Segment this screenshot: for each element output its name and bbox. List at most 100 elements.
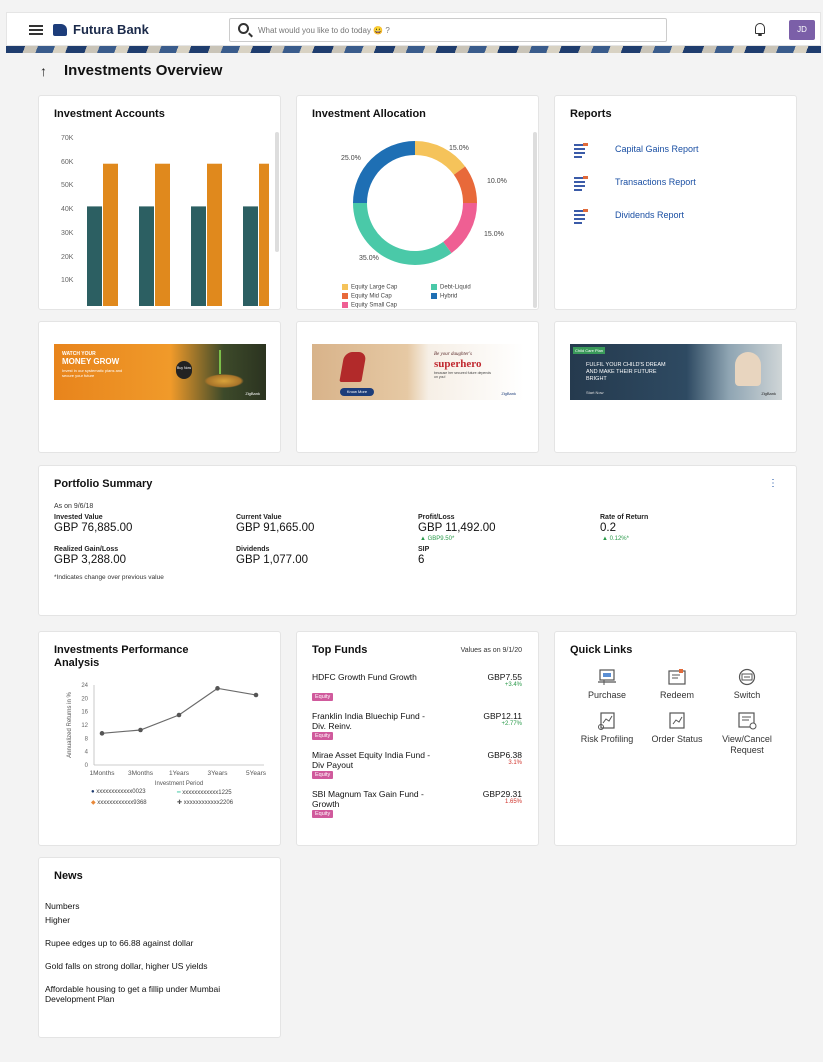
report-link-label[interactable]: Capital Gains Report [615,144,699,154]
legend-item[interactable]: Debt-Liquid [431,284,471,291]
news-item[interactable]: Gold falls on strong dollar, higher US y… [45,961,265,971]
y-tick-label: 4 [85,750,89,756]
quick-link-purchase[interactable]: Purchase [577,668,637,700]
fund-name[interactable]: SBI Magnum Tax Gain Fund - Growth [312,789,432,809]
quick-link-order-status[interactable]: Order Status [643,712,711,744]
legend-label: Equity Small Cap [351,302,398,309]
transactions-report-link[interactable]: Transactions Report [569,175,789,193]
user-avatar[interactable]: JD [789,20,815,40]
search-input[interactable] [258,21,658,39]
capital-gains-report-link[interactable]: Capital Gains Report [569,142,789,160]
slice-pct-label: 15.0% [449,145,469,152]
menu-icon[interactable] [29,25,43,35]
data-point[interactable] [138,727,143,733]
brand-name[interactable]: Futura Bank [73,22,149,37]
dividends-report-link[interactable]: Dividends Report [569,208,789,226]
report-document-icon [574,175,588,191]
donut-slice-2[interactable] [443,203,477,254]
child-care-plan-banner[interactable]: Child Care Plan FULFIL YOUR CHILD'S DREA… [570,344,782,400]
money-grow-banner[interactable]: WATCH YOUR MONEY GROW Invest in our syst… [54,344,266,400]
promo-card-1: WATCH YOUR MONEY GROW Invest in our syst… [38,321,281,453]
profit-loss-change: ▲ GBP9.50* [420,536,455,542]
legend-label: Debt-Liquid [440,284,471,291]
quick-link-redeem[interactable]: Redeem [647,668,707,700]
news-ticker: Numbers Higher Rupee edges up to 66.88 a… [39,858,280,1037]
superhero-banner[interactable]: Be your daughter's superhero because her… [312,344,524,400]
reports-card: Reports Capital Gains Report Transaction… [554,95,797,310]
promo-card-3: Child Care Plan FULFIL YOUR CHILD'S DREA… [554,321,797,453]
card-title: Investment Accounts [54,108,165,120]
report-link-label[interactable]: Dividends Report [615,210,684,220]
coins-graphic [204,374,244,388]
investment-accounts-chart [87,163,269,306]
legend-item[interactable]: ● xxxxxxxxxxxx0023 [91,789,146,795]
y-tick-label: 0 [85,763,89,769]
buy-now-button[interactable]: Buy Now [176,361,192,379]
data-point[interactable] [253,692,259,698]
bar-b-2 [207,163,222,306]
report-document-icon [574,142,588,158]
legend-item[interactable]: Hybrid [431,293,457,300]
equity-badge: Equity [312,732,334,740]
legend-label: Equity Large Cap [351,284,398,291]
start-now-link[interactable]: Start Now [586,390,604,395]
equity-badge: Equity [312,810,334,818]
fund-name[interactable]: HDFC Growth Fund Growth [312,672,432,682]
profit-loss-value: GBP 11,492.00 [418,522,496,534]
fund-name[interactable]: Mirae Asset Equity India Fund - Div Payo… [312,750,432,770]
investment-allocation-donut: 15.0% 10.0% 15.0% 35.0% 25.0% [341,141,507,265]
view-cancel-icon [736,712,758,730]
legend-item[interactable]: Equity Large Cap [342,284,397,291]
data-point[interactable] [176,712,182,718]
legend-swatch [342,284,348,290]
report-link-label[interactable]: Transactions Report [615,177,696,187]
realized-gain-value: GBP 3,288.00 [54,554,127,566]
search-box[interactable] [229,18,667,42]
legend-item[interactable]: ✚ xxxxxxxxxxxx2206 [177,799,233,806]
fund-change: +3.4% [504,682,522,688]
legend-item[interactable]: ◆ xxxxxxxxxxxx9368 [91,799,147,806]
data-point[interactable] [99,731,105,736]
data-point[interactable] [215,686,220,691]
equity-badge: Equity [312,693,334,701]
slice-pct-label: 10.0% [487,178,507,185]
news-item[interactable]: Rupee edges up to 66.88 against dollar [45,938,265,948]
card-title: Top Funds [312,644,368,656]
legend-item[interactable]: Equity Mid Cap [342,293,392,300]
switch-icon [736,668,758,686]
redeem-icon [666,668,688,686]
x-tick-label: 3Years [208,770,229,777]
slice-pct-label: 25.0% [341,155,361,162]
quick-link-view-cancel-request[interactable]: View/Cancel Request [713,712,781,756]
scrollbar[interactable] [275,132,279,252]
more-options-icon[interactable]: ⋮ [768,478,778,489]
notification-bell-icon[interactable] [755,23,765,36]
back-arrow-icon[interactable]: ↑ [40,63,54,79]
news-item[interactable]: Affordable housing to get a fillip under… [45,984,265,1004]
quick-link-risk-profiling[interactable]: Risk Profiling [569,712,645,744]
risk-profiling-icon [596,712,618,730]
promo-line3: BRIGHT [586,376,607,382]
quick-link-switch[interactable]: Switch [717,668,777,700]
news-item[interactable]: Numbers [45,901,265,911]
invested-value-label: Invested Value [54,514,103,521]
fund-name[interactable]: Franklin India Bluechip Fund - Div. Rein… [312,711,432,731]
footnote: *Indicates change over previous value [54,574,164,581]
donut-slice-4[interactable] [353,141,415,203]
card-title: Investments Performance Analysis [54,644,189,670]
fund-nav-value: GBP29.31 [482,789,522,799]
quick-link-label: Purchase [587,690,627,700]
page-title: Investments Overview [64,62,223,79]
bar-b-1 [155,163,170,306]
legend-item[interactable]: Equity Small Cap [342,302,397,309]
promo-brand: ZigBank [245,391,260,396]
sip-value: 6 [418,554,425,566]
legend-label: xxxxxxxxxxxx9368 [97,800,147,806]
news-item[interactable]: Higher [45,915,265,925]
dividends-label: Dividends [236,546,270,553]
current-value: GBP 91,665.00 [236,522,315,534]
scrollbar[interactable] [533,132,537,308]
know-more-button[interactable]: Know More [340,388,374,396]
promo-line2: MONEY GROW [62,357,120,366]
legend-item[interactable]: ━ xxxxxxxxxxxx1225 [177,789,232,796]
